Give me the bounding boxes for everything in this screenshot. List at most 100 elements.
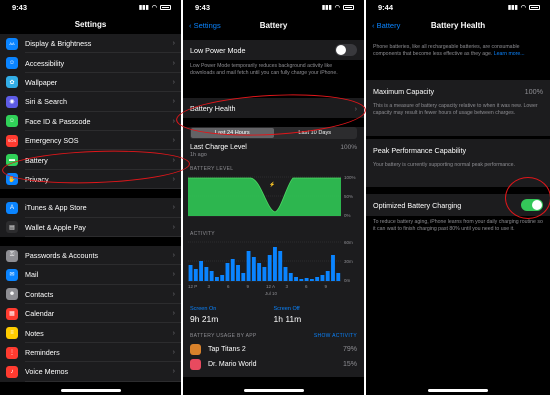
- low-power-toggle[interactable]: [335, 44, 357, 56]
- chevron-right-icon: ›: [172, 310, 175, 318]
- usage-card: Last 24 Hours Last 10 Days Last Charge L…: [183, 127, 364, 377]
- signal-icon: ▮▮▮: [507, 4, 518, 11]
- activity-bar: [246, 251, 251, 281]
- settings-item-face-id-passcode[interactable]: ☺ Face ID & Passcode ›: [0, 111, 181, 132]
- last-charge-label: Last Charge Level: [190, 144, 247, 151]
- battery-health-screen: 9:44 ▮▮▮ ◠ ‹ Battery Battery Health Phone…: [366, 0, 550, 395]
- settings-item-label: Privacy: [25, 174, 49, 184]
- app-usage-value: 79%: [342, 346, 357, 353]
- activity-bar: [320, 275, 325, 281]
- activity-bar: [294, 277, 298, 281]
- time-tick: 12 A: [266, 284, 275, 289]
- page-title: Settings: [74, 19, 107, 29]
- battery-status-icon: [529, 4, 540, 10]
- activity-bar: [251, 257, 256, 281]
- activity-bar: [262, 267, 267, 281]
- settings-item-display-brightness[interactable]: AA Display & Brightness ›: [0, 34, 181, 54]
- dr-mario-icon: [190, 359, 201, 370]
- voicememo-icon: ♪: [6, 365, 18, 378]
- back-label: Battery: [376, 20, 401, 30]
- battery-screen: 9:43 ▮▮▮ ◠ ‹ Settings Battery Low Power M…: [183, 0, 364, 395]
- status-time: 9:43: [12, 2, 28, 12]
- level-tick-100: 100%: [344, 175, 356, 180]
- settings-item-label: Passwords & Accounts: [25, 251, 99, 261]
- settings-item-accessibility[interactable]: ☺ Accessibility ›: [0, 53, 181, 74]
- screen-on-value: 9h 21m: [190, 314, 219, 324]
- app-row[interactable]: Dr. Mario World 15%: [183, 357, 364, 372]
- peak-performance-label: Peak Performance Capability: [373, 145, 467, 155]
- settings-item-wallet-apple-pay[interactable]: ▤ Wallet & Apple Pay ›: [0, 217, 181, 238]
- activity-tick-30m: 30m: [344, 259, 353, 264]
- usage-header: BATTERY USAGE BY APP SHOW ACTIVITY: [183, 324, 364, 342]
- home-indicator: [243, 389, 304, 392]
- settings-item-siri-search[interactable]: ◉ Siri & Search ›: [0, 92, 181, 112]
- usage-by-app-label: BATTERY USAGE BY APP: [190, 333, 257, 339]
- siri-icon: ◉: [6, 95, 18, 108]
- chevron-right-icon: ›: [172, 40, 175, 48]
- activity-bar: [214, 277, 219, 281]
- settings-item-itunes-app-store[interactable]: AiTunes & App Store ›: [0, 198, 181, 218]
- settings-item-label: Notes: [25, 328, 44, 338]
- accessibility-icon: ☺: [6, 57, 18, 70]
- battery-status-icon: [343, 4, 354, 10]
- tab-last-10-days[interactable]: Last 10 Days: [274, 128, 357, 138]
- settings-item-calendar[interactable]: ▦ Calendar ›: [0, 304, 181, 324]
- app-usage-value: 15%: [342, 361, 357, 368]
- time-tick: 3: [208, 284, 211, 289]
- settings-item-mail[interactable]: ✉ Mail ›: [0, 265, 181, 286]
- key-icon: ⚿: [6, 249, 18, 262]
- status-icons: ▮▮▮ ◠: [322, 4, 354, 11]
- wifi-icon: ◠: [334, 4, 340, 11]
- status-bar: 9:43 ▮▮▮ ◠: [183, 0, 364, 14]
- max-capacity-row: Maximum Capacity 100%: [366, 80, 550, 102]
- learn-more-link[interactable]: Learn more...: [494, 51, 525, 57]
- max-capacity-value: 100%: [524, 86, 543, 96]
- settings-item-battery[interactable]: ▬ Battery ›: [0, 150, 181, 171]
- last-charge-row: Last Charge Level 1h ago 100%: [183, 144, 364, 158]
- activity-bar: [209, 271, 214, 281]
- settings-item-emergency-sos[interactable]: SOS Emergency SOS ›: [0, 130, 181, 151]
- settings-item-voice-memos[interactable]: ♪ Voice Memos ›: [0, 362, 181, 383]
- chevron-right-icon: ›: [172, 98, 175, 106]
- battery-health-row[interactable]: Battery Health ›: [183, 98, 364, 118]
- time-tick: 9: [325, 284, 328, 289]
- show-activity-button[interactable]: SHOW ACTIVITY: [314, 333, 357, 339]
- settings-item-contacts[interactable]: ☻ Contacts ›: [0, 284, 181, 305]
- settings-item-wallpaper[interactable]: ✿ Wallpaper ›: [0, 72, 181, 93]
- chevron-right-icon: ›: [172, 271, 175, 279]
- level-tick-50: 50%: [344, 194, 353, 199]
- last-charge-time: 1h ago: [190, 152, 207, 158]
- optimized-charging-toggle[interactable]: [521, 199, 543, 211]
- status-bar: 9:44 ▮▮▮ ◠: [366, 0, 550, 14]
- optimized-charging-label: Optimized Battery Charging: [373, 200, 462, 210]
- activity-chart: 60m 30m 0m 12 P 3 6 9 12 A 3 6 9 Jul 10: [188, 240, 353, 296]
- activity-bar: [199, 261, 204, 281]
- settings-item-notes[interactable]: ≡ Notes ›: [0, 323, 181, 344]
- activity-bar: [309, 279, 314, 281]
- notes-icon: ≡: [6, 327, 18, 340]
- settings-item-privacy[interactable]: ✋ Privacy ›: [0, 169, 181, 190]
- activity-bar: [278, 251, 283, 281]
- charging-bolt-icon: ⚡: [269, 181, 275, 188]
- settings-item-label: Voice Memos: [25, 367, 69, 377]
- battery-icon: ▬: [6, 154, 18, 167]
- low-power-note: Low Power Mode temporarily reduces backg…: [190, 63, 338, 76]
- chevron-right-icon: ›: [172, 290, 175, 298]
- activity-bar: [188, 265, 193, 281]
- tab-last-24-hours[interactable]: Last 24 Hours: [191, 128, 274, 138]
- mail-icon: ✉: [6, 268, 18, 281]
- settings-item-passwords-accounts[interactable]: ⚿ Passwords & Accounts ›: [0, 245, 181, 266]
- last-charge-value: 100%: [340, 144, 357, 151]
- screen-off-value: 1h 11m: [273, 314, 302, 324]
- settings-item-label: Face ID & Passcode: [25, 116, 91, 126]
- chevron-right-icon: ›: [172, 117, 175, 125]
- activity-tick-0m: 0m: [344, 278, 351, 283]
- activity-bar: [267, 255, 272, 281]
- back-button[interactable]: ‹ Battery: [372, 21, 400, 30]
- settings-item-reminders[interactable]: ⋮ Reminders ›: [0, 342, 181, 363]
- app-row[interactable]: Tap Titans 2 79%: [183, 342, 364, 357]
- back-button[interactable]: ‹ Settings: [189, 21, 221, 30]
- chevron-right-icon: ›: [172, 156, 175, 164]
- settings-item-label: Siri & Search: [25, 97, 67, 107]
